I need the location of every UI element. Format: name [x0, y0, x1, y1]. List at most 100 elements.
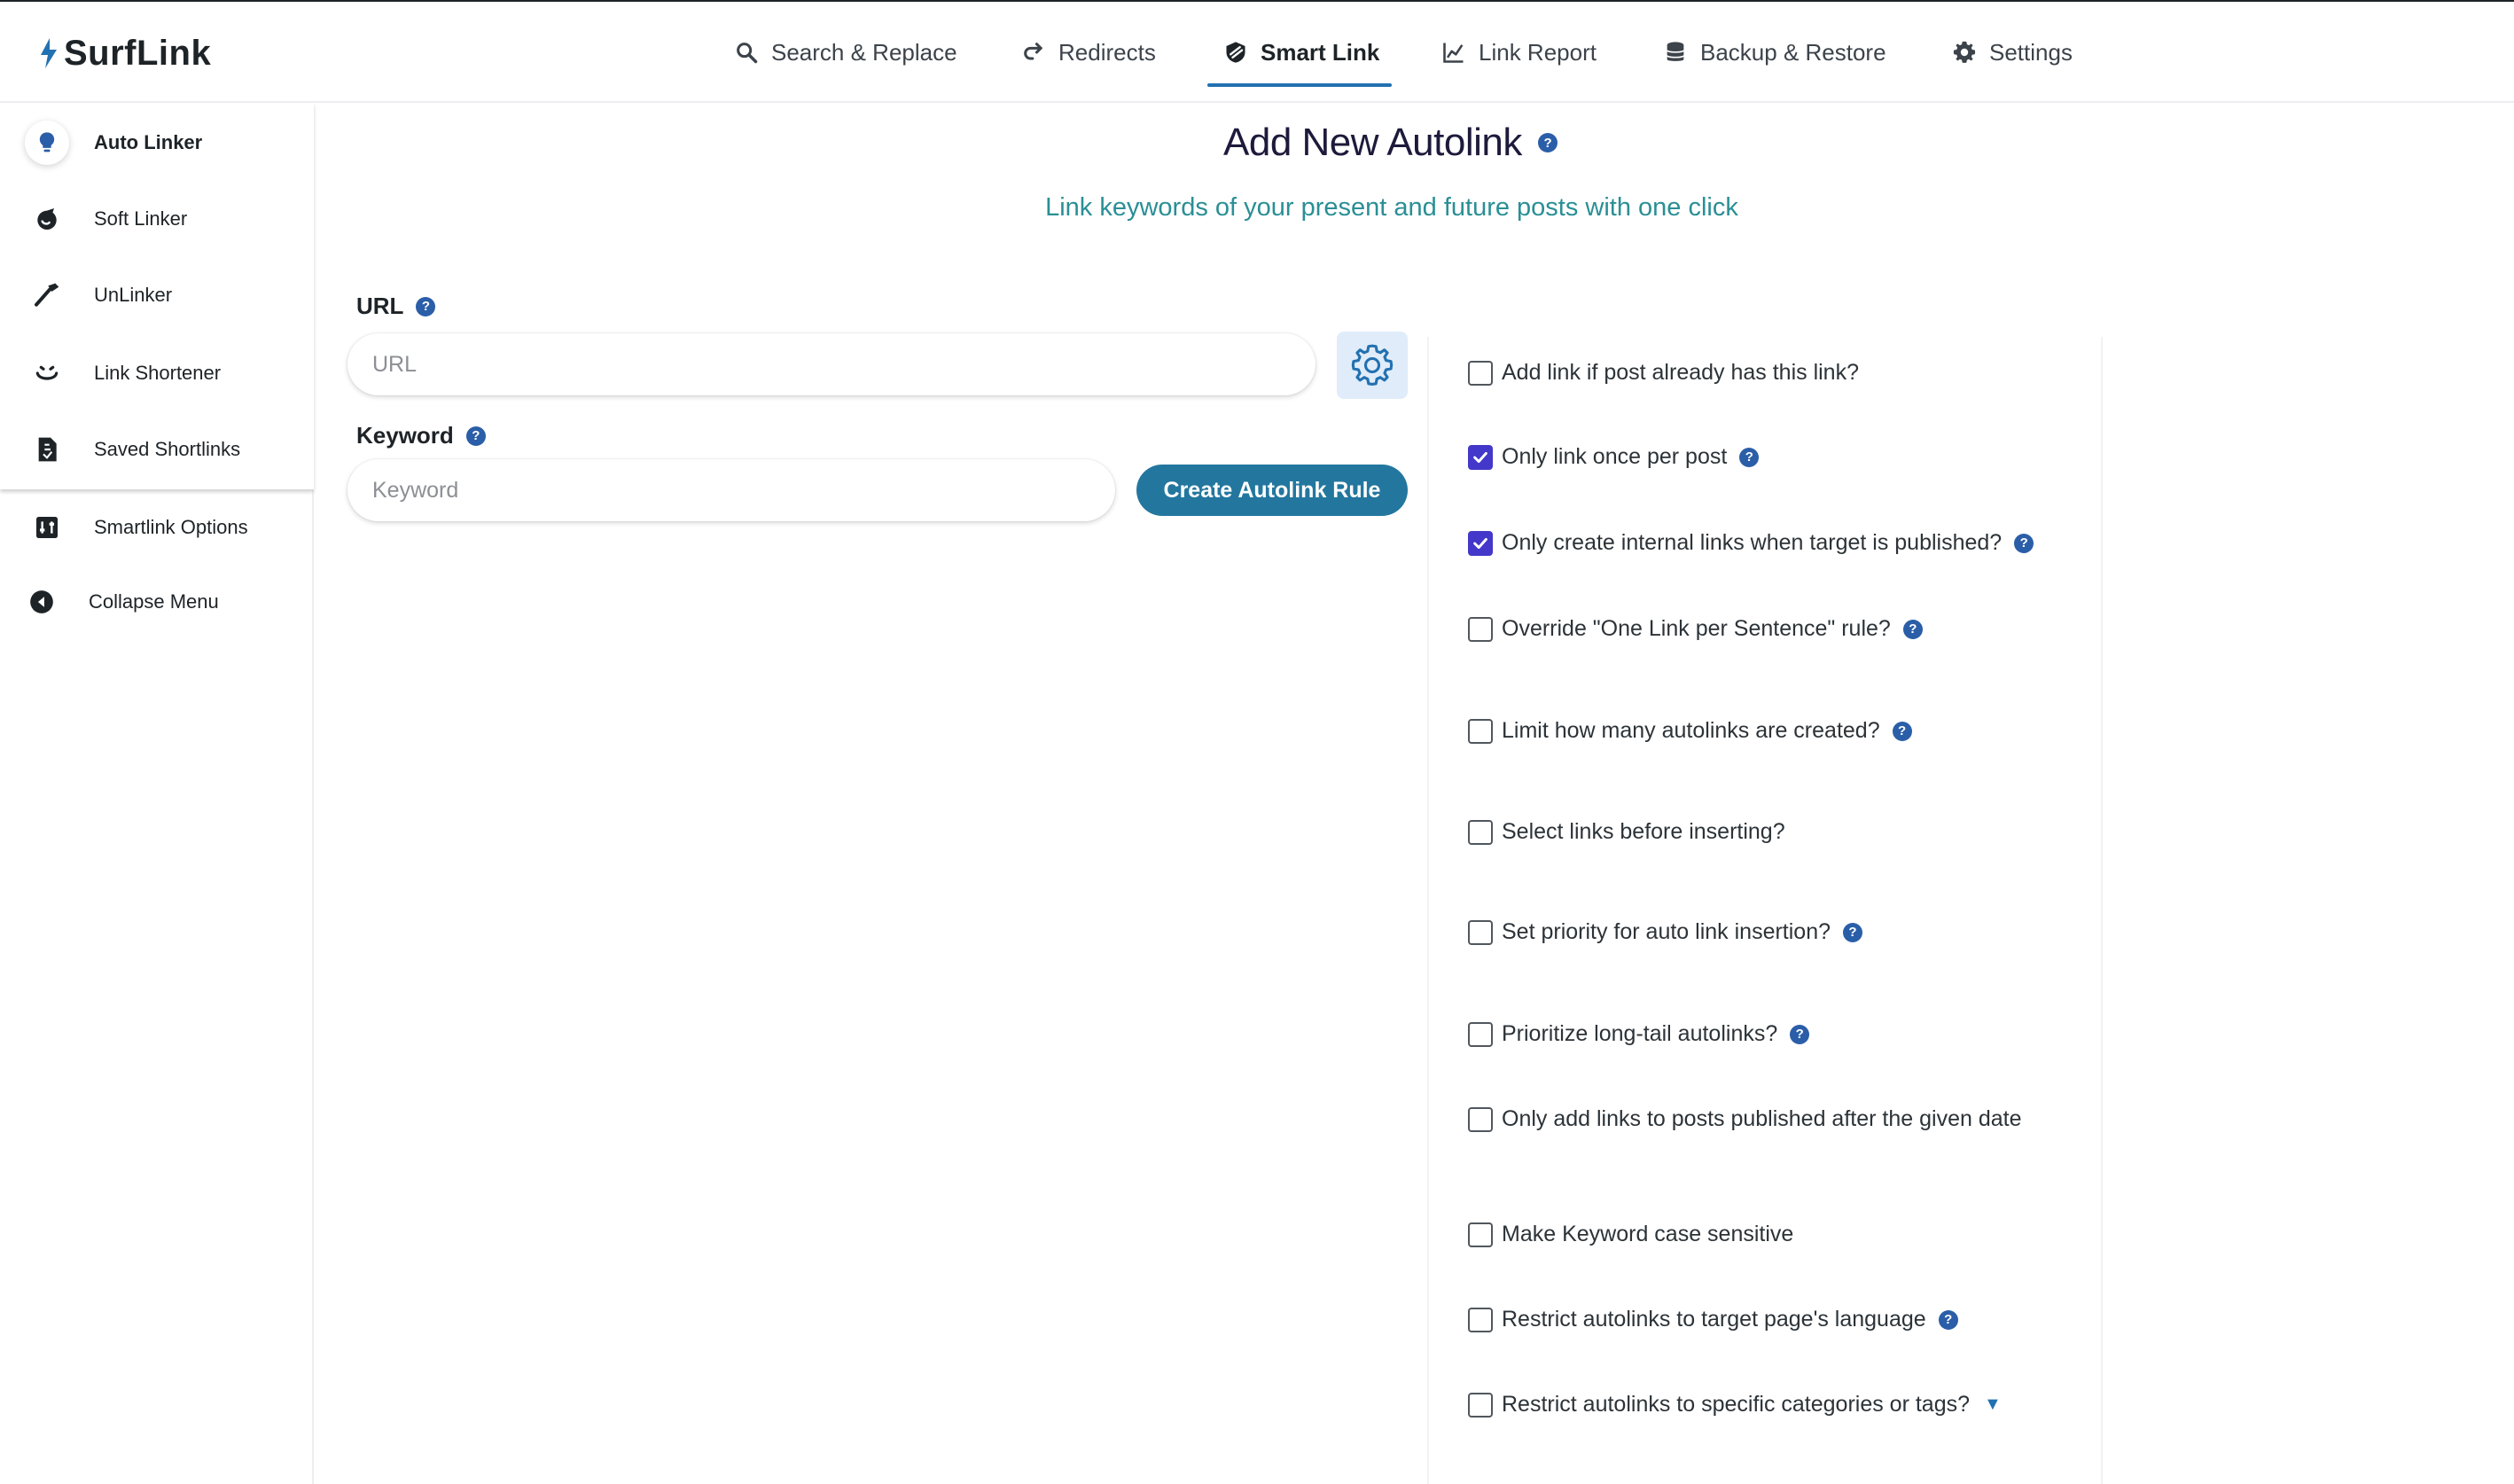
smart-link-icon [1226, 42, 1245, 63]
option-label: Limit how many autolinks are created? [1502, 718, 1880, 743]
checkbox-checked[interactable] [1468, 530, 1493, 556]
checkbox-checked[interactable] [1468, 444, 1493, 470]
help-icon[interactable]: ? [416, 296, 436, 316]
option-row[interactable]: Prioritize long-tail autolinks?? [1468, 1021, 1810, 1047]
database-icon [1666, 42, 1685, 61]
help-icon[interactable]: ? [1537, 133, 1558, 152]
option-row[interactable]: Restrict autolinks to target page's lang… [1468, 1307, 1958, 1332]
sidebar-item-smartlink-options[interactable]: Smartlink Options [0, 489, 314, 566]
nav-label: Smart Link [1261, 38, 1380, 66]
help-icon[interactable]: ? [1739, 447, 1760, 467]
option-label: Override "One Link per Sentence" rule? [1502, 616, 1891, 641]
checkbox-unchecked[interactable] [1468, 919, 1493, 945]
keyword-label-text: Keyword [356, 422, 454, 449]
checkmark-icon [1473, 451, 1487, 463]
url-label-text: URL [356, 293, 404, 319]
option-row[interactable]: Select links before inserting? [1468, 819, 1785, 845]
page-title-text: Add New Autolink [1223, 121, 1522, 164]
checkbox-unchecked[interactable] [1468, 1021, 1493, 1047]
smile-icon [30, 356, 64, 390]
checkmark-icon [1473, 537, 1487, 549]
option-label: Select links before inserting? [1502, 819, 1785, 844]
gear-icon [1953, 41, 1976, 64]
option-label: Restrict autolinks to target page's lang… [1502, 1307, 1926, 1332]
option-row[interactable]: Add link if post already has this link? [1468, 360, 1859, 386]
nav-smart-link[interactable]: Smart Link [1223, 2, 1379, 103]
nav-backup-restore[interactable]: Backup & Restore [1663, 2, 1886, 103]
option-label: Restrict autolinks to specific categorie… [1502, 1392, 1971, 1417]
page-subtitle: Link keywords of your present and future… [1045, 193, 1738, 222]
sidebar-item-auto-linker[interactable]: Auto Linker [0, 105, 314, 181]
option-label: Only create internal links when target i… [1502, 530, 2003, 555]
keyword-label: Keyword ? [356, 422, 486, 449]
url-input[interactable] [347, 333, 1316, 395]
keyword-input[interactable] [347, 459, 1115, 521]
option-row[interactable]: Make Keyword case sensitive [1468, 1222, 1793, 1247]
redirect-icon [1024, 43, 1042, 60]
hammer-icon [30, 278, 64, 312]
url-label: URL ? [356, 293, 436, 320]
sidebar-item-saved-shortlinks[interactable]: Saved Shortlinks [0, 411, 314, 488]
collapse-arrow-icon [25, 585, 59, 619]
brand-bolt-icon [41, 38, 57, 68]
option-label: Prioritize long-tail autolinks? [1502, 1021, 1778, 1046]
sidebar-item-label: Auto Linker [94, 131, 203, 153]
nav-label: Link Report [1479, 38, 1597, 66]
option-label: Only add links to posts published after … [1502, 1106, 2022, 1131]
help-icon[interactable]: ? [1892, 721, 1912, 741]
option-row[interactable]: Limit how many autolinks are created?? [1468, 718, 1912, 744]
gear-icon [1351, 344, 1394, 387]
option-label: Make Keyword case sensitive [1502, 1222, 1794, 1246]
page-title: Add New Autolink ? [1223, 121, 1558, 165]
help-icon[interactable]: ? [465, 426, 486, 446]
chart-icon [1443, 43, 1464, 63]
checkbox-unchecked[interactable] [1468, 1222, 1493, 1247]
help-icon[interactable]: ? [1938, 1309, 1958, 1330]
help-icon[interactable]: ? [1843, 922, 1863, 942]
option-label: Set priority for auto link insertion? [1502, 919, 1831, 944]
url-settings-button[interactable] [1337, 332, 1408, 399]
option-row[interactable]: Only create internal links when target i… [1468, 530, 2034, 556]
sidebar-collapse-menu[interactable]: Collapse Menu [0, 564, 314, 640]
sidebar-item-label: UnLinker [94, 284, 173, 306]
checkbox-unchecked[interactable] [1468, 616, 1493, 642]
option-label: Only link once per post [1502, 444, 1728, 469]
sidebar-item-link-shortener[interactable]: Link Shortener [0, 335, 314, 411]
nav-link-report[interactable]: Link Report [1441, 2, 1597, 103]
collapse-menu-label: Collapse Menu [89, 590, 219, 613]
option-label: Add link if post already has this link? [1502, 360, 1859, 385]
checkbox-unchecked[interactable] [1468, 718, 1493, 744]
lightbulb-icon [25, 121, 69, 165]
document-icon [30, 433, 64, 466]
option-row[interactable]: Set priority for auto link insertion?? [1468, 919, 1863, 945]
nav-label: Search & Replace [771, 38, 957, 66]
option-row[interactable]: Override "One Link per Sentence" rule?? [1468, 616, 1923, 642]
brand-name: SurfLink [64, 33, 212, 73]
option-row[interactable]: Only add links to posts published after … [1468, 1106, 2021, 1132]
help-icon[interactable]: ? [1902, 619, 1923, 639]
nav-label: Settings [1989, 38, 2073, 66]
checkbox-unchecked[interactable] [1468, 1392, 1493, 1418]
nav-label: Redirects [1058, 38, 1156, 66]
sidebar-item-label: Smartlink Options [94, 516, 248, 538]
checkbox-unchecked[interactable] [1468, 1106, 1493, 1132]
dropdown-arrow-icon[interactable]: ▼ [1984, 1394, 2002, 1415]
checkbox-unchecked[interactable] [1468, 1307, 1493, 1332]
help-icon[interactable]: ? [1790, 1024, 1810, 1044]
sidebar: Auto Linker Soft Linker UnLinker Link Sh… [0, 103, 314, 1484]
nav-redirects[interactable]: Redirects [1021, 2, 1156, 103]
active-tab-indicator [1207, 83, 1392, 87]
option-row[interactable]: Restrict autolinks to specific categorie… [1468, 1392, 2002, 1418]
nav-settings[interactable]: Settings [1952, 2, 2073, 103]
help-icon[interactable]: ? [2014, 533, 2034, 553]
option-row[interactable]: Only link once per post? [1468, 444, 1760, 470]
brand-logo[interactable]: SurfLink [39, 28, 211, 78]
top-bar: SurfLink Search & Replace Redirects Smar… [0, 0, 2514, 103]
checkbox-unchecked[interactable] [1468, 819, 1493, 845]
sidebar-item-label: Link Shortener [94, 362, 222, 384]
checkbox-unchecked[interactable] [1468, 360, 1493, 386]
sidebar-item-unlinker[interactable]: UnLinker [0, 257, 314, 333]
create-autolink-rule-button[interactable]: Create Autolink Rule [1136, 465, 1408, 516]
sidebar-item-label: Saved Shortlinks [94, 438, 241, 460]
nav-search-replace[interactable]: Search & Replace [734, 2, 957, 103]
